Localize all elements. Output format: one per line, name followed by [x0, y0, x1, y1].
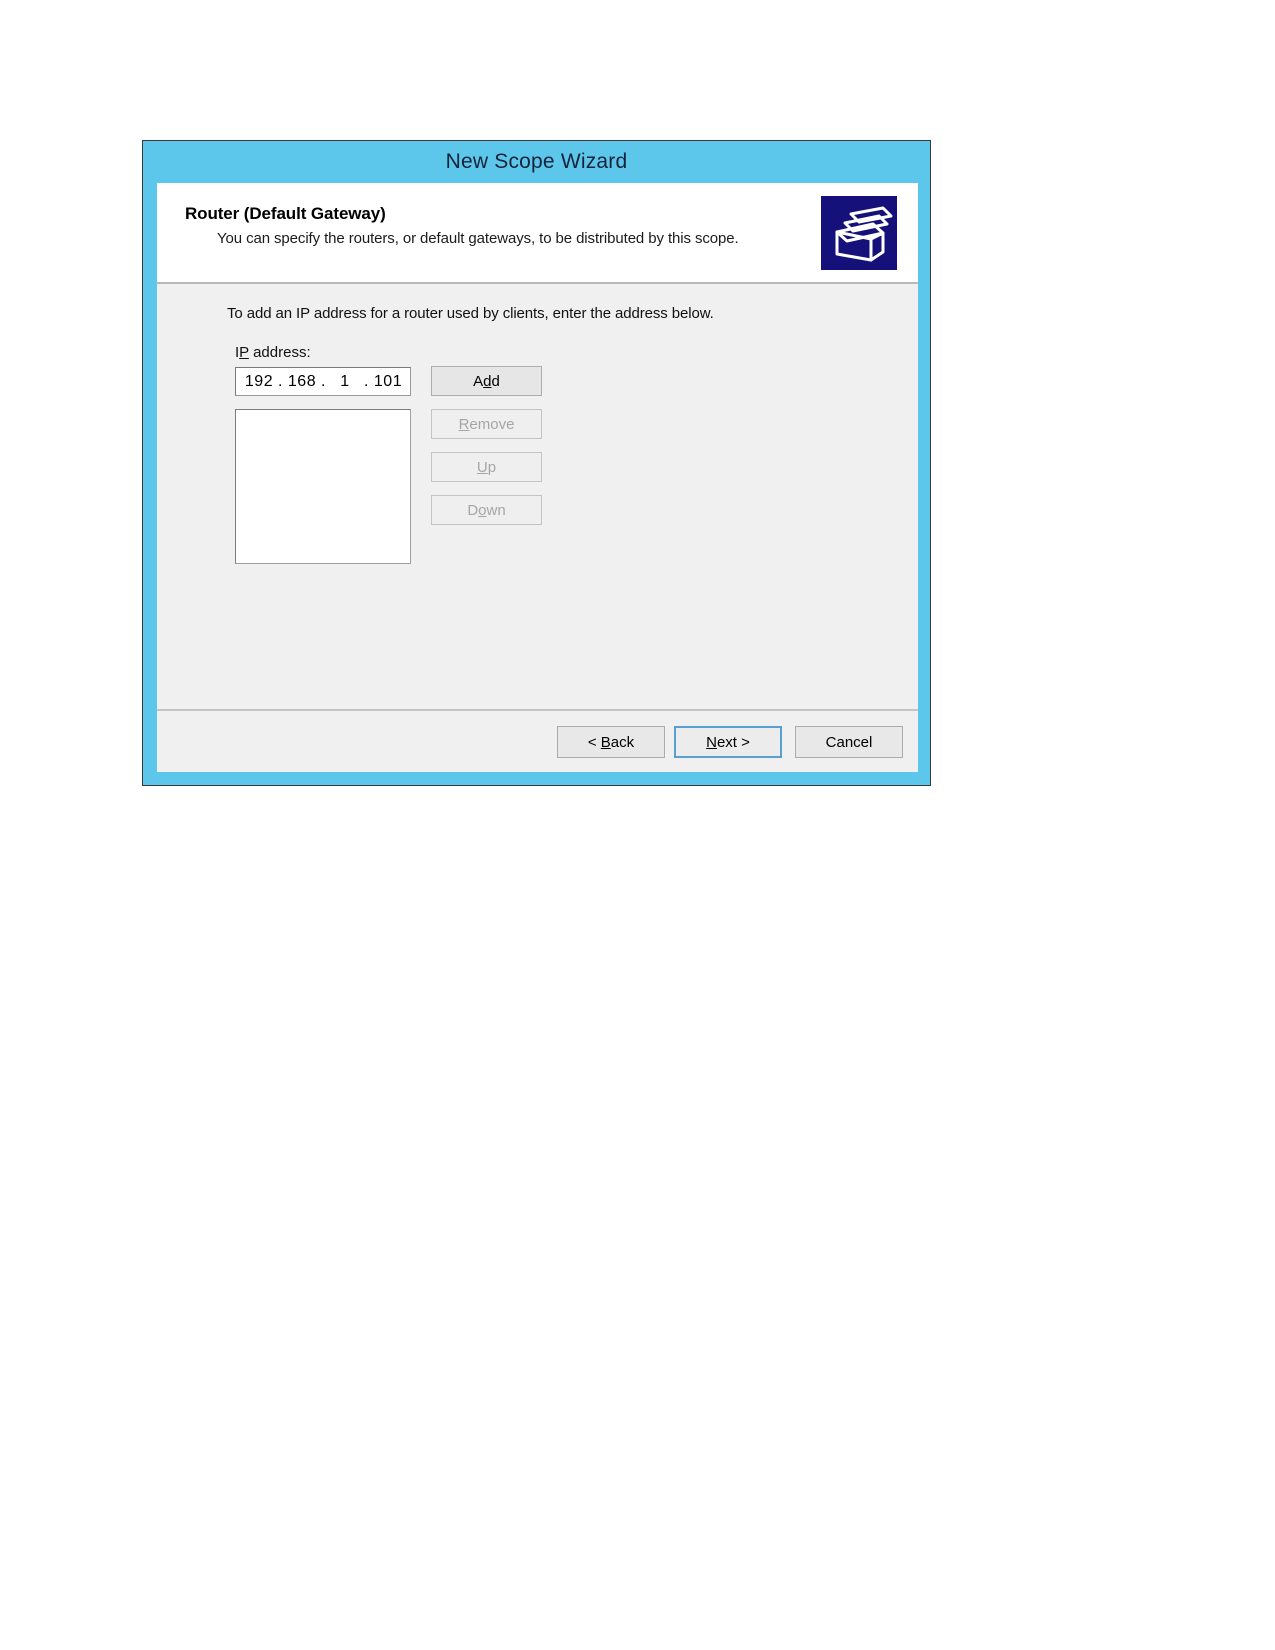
page-subtitle: You can specify the routers, or default … [217, 230, 739, 247]
wizard-footer: < Back Next > Cancel [157, 709, 918, 772]
new-scope-wizard-window: New Scope Wizard Router (Default Gateway… [142, 140, 931, 786]
remove-button-suffix: emove [469, 415, 515, 433]
dialog-client-area: Router (Default Gateway) You can specify… [157, 183, 918, 772]
up-button[interactable]: Up [431, 452, 542, 482]
down-button-prefix: D [467, 501, 479, 519]
instruction-text: To add an IP address for a router used b… [227, 305, 714, 322]
page-title: Router (Default Gateway) [185, 204, 386, 223]
ip-address-label-suffix: address: [248, 344, 311, 361]
ip-octet-2[interactable]: 168 [285, 373, 319, 391]
ip-octet-1[interactable]: 192 [242, 373, 276, 391]
wizard-body: To add an IP address for a router used b… [157, 284, 918, 709]
down-button-accel: o [478, 501, 487, 519]
ip-address-input[interactable]: 192 . 168 . 1 . 101 [235, 367, 411, 396]
router-list-box[interactable] [235, 409, 411, 564]
back-button[interactable]: < Back [557, 726, 665, 758]
add-button[interactable]: Add [431, 366, 542, 396]
back-button-accel: B [600, 733, 611, 751]
remove-button[interactable]: Remove [431, 409, 542, 439]
folder-stack-icon [821, 196, 897, 270]
up-button-accel: U [476, 458, 488, 476]
ip-address-label: IP address: [235, 344, 311, 361]
back-button-label-start: < [587, 733, 601, 751]
add-button-suffix: d [491, 372, 500, 390]
ip-separator-3: . [364, 372, 369, 390]
ip-octet-3[interactable]: 1 [328, 373, 362, 391]
ip-separator-2: . [321, 372, 326, 390]
window-title: New Scope Wizard [445, 150, 628, 173]
next-button-accel: N [706, 733, 717, 751]
wizard-header: Router (Default Gateway) You can specify… [157, 183, 918, 284]
ip-octet-4[interactable]: 101 [371, 373, 405, 391]
down-button-suffix: wn [486, 501, 506, 519]
ip-address-label-accel: P [239, 344, 249, 361]
remove-button-accel: R [458, 415, 470, 433]
next-button[interactable]: Next > [674, 726, 782, 758]
add-button-accel: d [483, 372, 492, 390]
next-button-label-end: ext > [716, 733, 750, 751]
add-button-prefix: A [473, 372, 484, 390]
ip-separator-1: . [278, 372, 283, 390]
cancel-button[interactable]: Cancel [795, 726, 903, 758]
title-bar: New Scope Wizard [143, 141, 930, 183]
down-button[interactable]: Do wn [431, 495, 542, 525]
up-button-suffix: p [487, 458, 497, 476]
back-button-label-end: ack [610, 733, 635, 751]
